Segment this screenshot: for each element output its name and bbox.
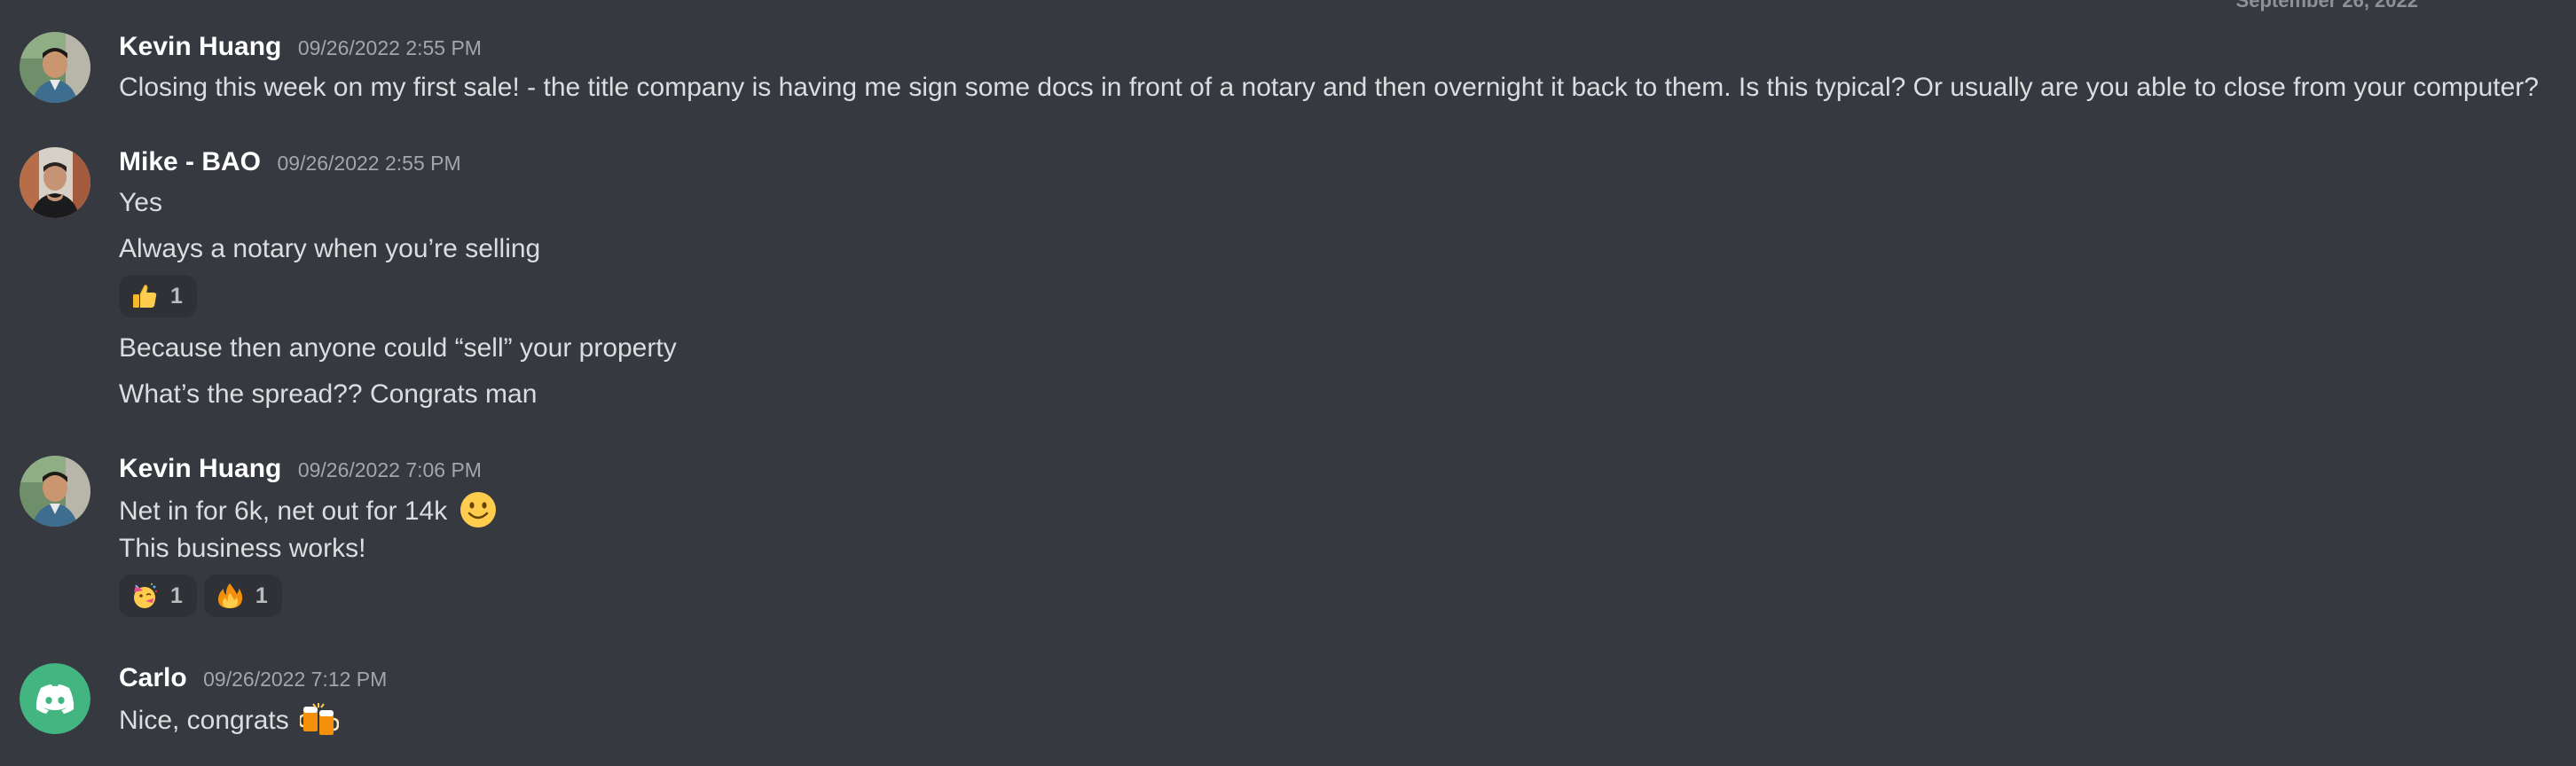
date-divider: September 26, 2022 (2235, 0, 2418, 12)
reaction-count: 1 (170, 582, 183, 608)
username[interactable]: Carlo (119, 663, 187, 692)
reaction-count: 1 (170, 283, 183, 309)
reaction-partying-face[interactable]: 1 (119, 574, 197, 617)
message-text: Always a notary when you’re selling (119, 234, 541, 263)
message-text-row: Nice, congrats (119, 700, 340, 741)
message-text: What’s the spread?? Congrats man (119, 379, 538, 409)
discord-default-avatar[interactable] (20, 663, 90, 734)
username[interactable]: Kevin Huang (119, 454, 281, 483)
partying-face-icon (130, 581, 160, 611)
message-text: Closing this week on my first sale! - th… (119, 73, 2539, 102)
message-timestamp: 09/26/2022 7:12 PM (203, 668, 388, 691)
reaction-count: 1 (255, 582, 268, 608)
username[interactable]: Mike - BAO (119, 147, 261, 176)
user-avatar[interactable] (20, 456, 90, 527)
user-avatar[interactable] (20, 147, 90, 218)
message-timestamp: 09/26/2022 2:55 PM (297, 36, 482, 59)
discord-logo-icon (35, 684, 75, 714)
slightly-smiling-face-icon (459, 490, 498, 529)
reaction-fire[interactable]: 1 (203, 574, 282, 617)
message-timestamp: 09/26/2022 7:06 PM (297, 458, 482, 481)
username[interactable]: Kevin Huang (119, 32, 281, 61)
message-text-row: Net in for 6k, net out for 14k (119, 490, 498, 532)
message-text: Because then anyone could “sell” your pr… (119, 333, 677, 363)
message-text: Nice, congrats (119, 705, 289, 735)
thumbs-up-icon (130, 281, 160, 311)
user-avatar[interactable] (20, 32, 90, 103)
message-text: This business works! (119, 534, 366, 563)
message-text: Net in for 6k, net out for 14k (119, 496, 448, 526)
clinking-beer-mugs-icon (298, 700, 340, 739)
fire-icon (215, 581, 245, 611)
reaction-thumbs-up[interactable]: 1 (119, 275, 197, 317)
message-text: Yes (119, 188, 162, 217)
message-timestamp: 09/26/2022 2:55 PM (277, 152, 461, 175)
